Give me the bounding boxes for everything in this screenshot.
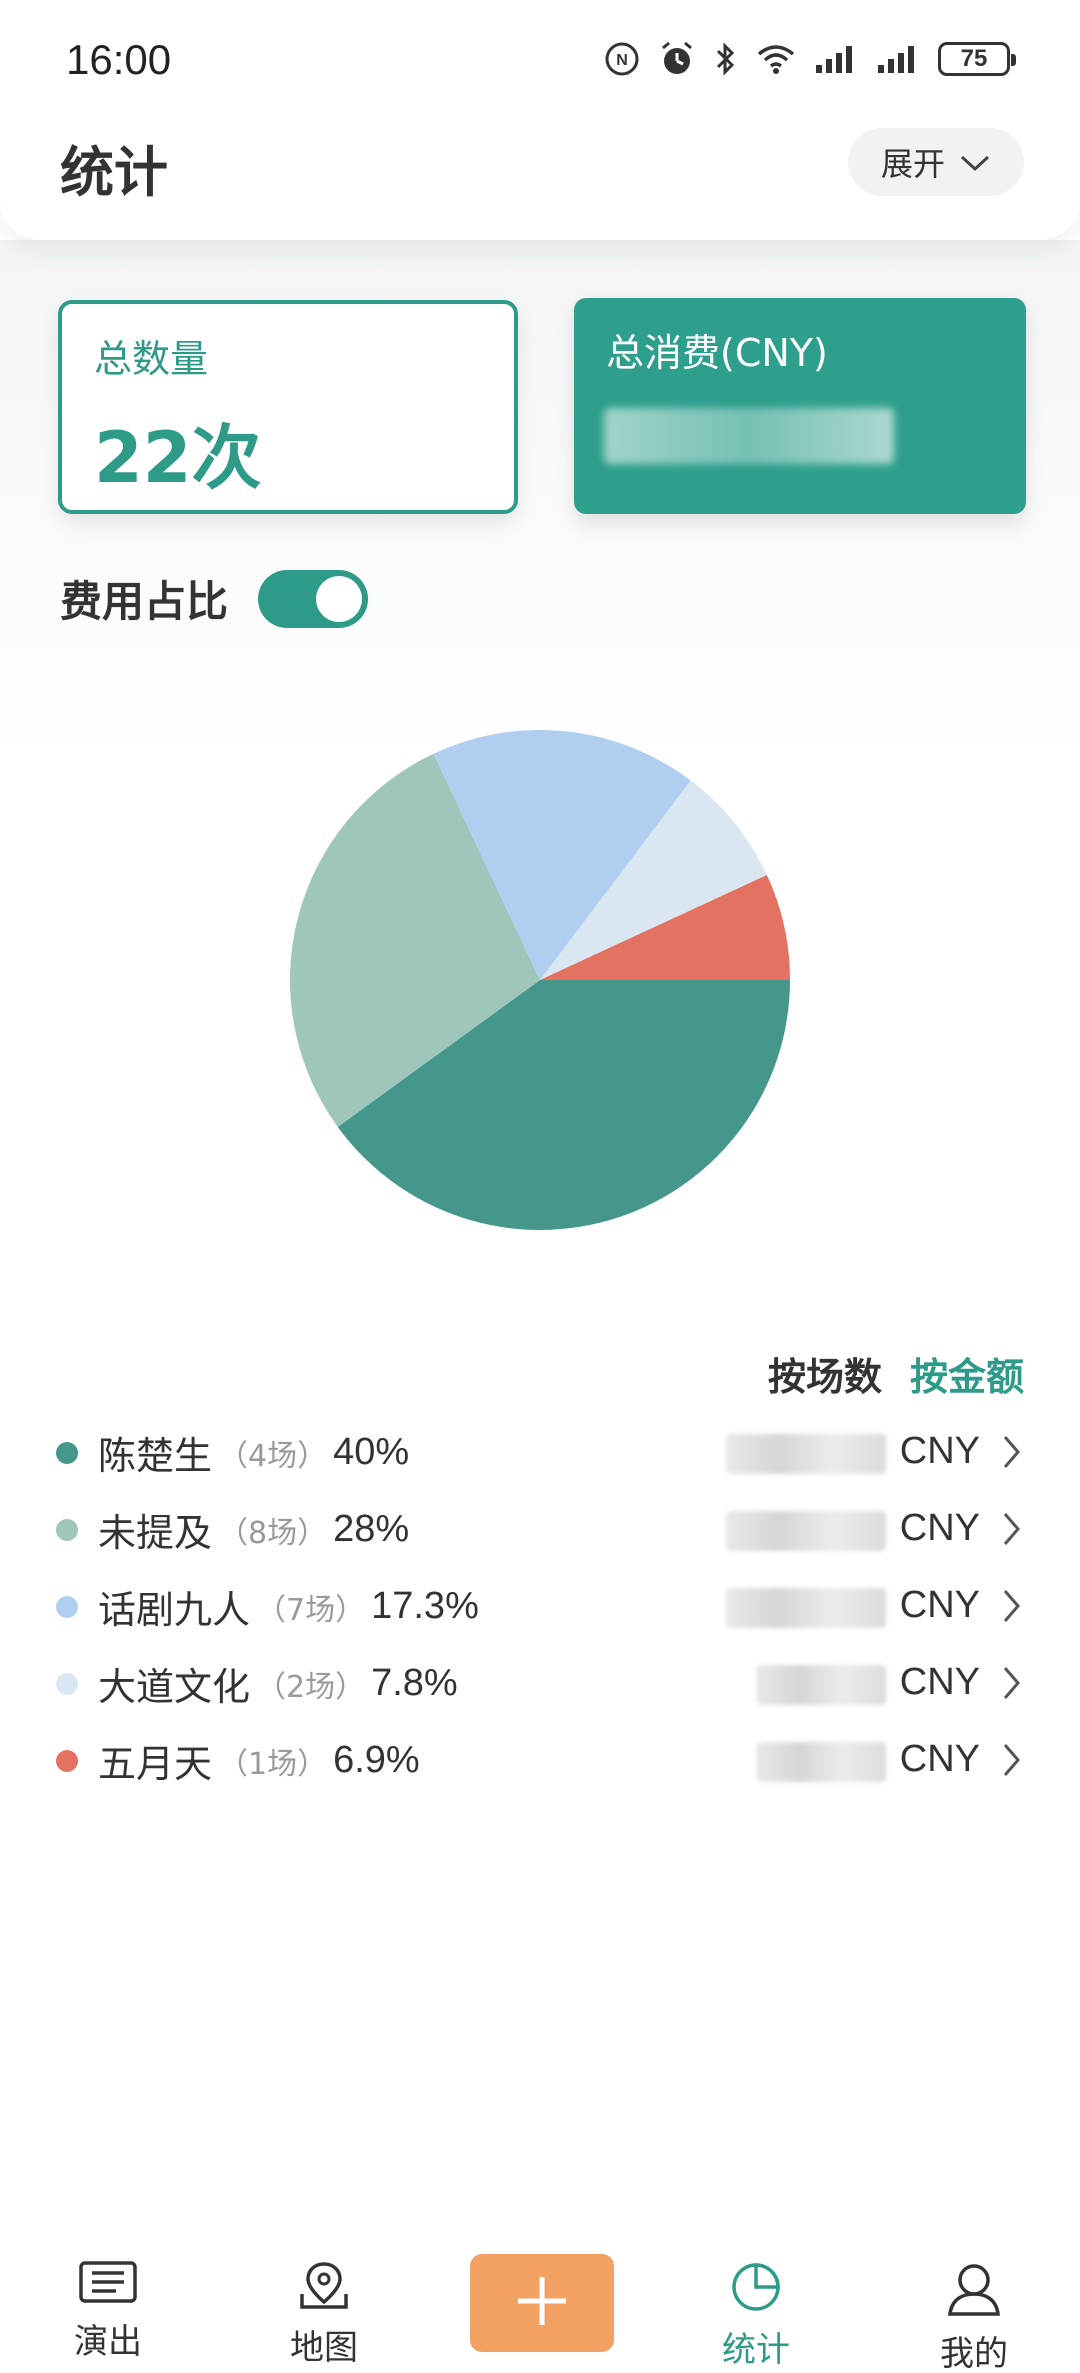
legend-percent: 17.3% bbox=[371, 1585, 479, 1627]
alarm-icon bbox=[658, 40, 696, 78]
bluetooth-icon bbox=[714, 41, 738, 77]
legend-amount-redacted bbox=[756, 1665, 886, 1705]
chevron-right-icon bbox=[1002, 1742, 1022, 1782]
chevron-right-icon bbox=[1002, 1434, 1022, 1474]
svg-text:N: N bbox=[616, 52, 628, 69]
nav-shows[interactable]: 演出 bbox=[38, 2260, 178, 2363]
legend-amount-redacted bbox=[726, 1588, 886, 1628]
page-title: 统计 bbox=[60, 141, 168, 204]
toggle-knob bbox=[316, 575, 363, 622]
nav-mine-label: 我的 bbox=[940, 2334, 1008, 2373]
cost-ratio-row: 费用占比 bbox=[60, 568, 369, 629]
legend-dot bbox=[56, 1672, 78, 1695]
legend-row[interactable]: 陈楚生 （4场） 40% CNY bbox=[56, 1414, 1026, 1491]
signal-icon bbox=[814, 43, 858, 75]
bottom-nav: 演出 地图 统计 我的 bbox=[0, 2230, 1080, 2373]
legend-row[interactable]: 未提及 （8场） 28% CNY bbox=[56, 1491, 1026, 1568]
legend-list: 陈楚生 （4场） 40% CNY 未提及 （8场） 28% CNY 话剧九人 （… bbox=[56, 1414, 1026, 1799]
sort-by-count-tab[interactable]: 按场数 bbox=[768, 1346, 882, 1401]
legend-count: （7场） bbox=[256, 1592, 366, 1628]
nfc-icon: N bbox=[604, 41, 640, 77]
legend-percent: 40% bbox=[333, 1431, 410, 1473]
total-cost-card: 总消费(CNY) bbox=[574, 298, 1026, 514]
pie-chart bbox=[290, 730, 790, 1230]
legend-percent: 28% bbox=[333, 1508, 410, 1550]
legend-row[interactable]: 大道文化 （2场） 7.8% CNY bbox=[56, 1645, 1026, 1722]
legend-name: 大道文化 bbox=[98, 1665, 251, 1709]
legend-currency: CNY bbox=[899, 1738, 980, 1780]
legend-dot bbox=[56, 1595, 78, 1618]
cost-ratio-toggle[interactable] bbox=[258, 569, 369, 628]
nav-map-label: 地图 bbox=[290, 2328, 358, 2368]
legend-currency: CNY bbox=[899, 1430, 980, 1472]
signal-icon bbox=[876, 43, 920, 75]
map-pin-icon bbox=[254, 2260, 394, 2314]
legend-dot bbox=[56, 1441, 78, 1464]
total-cost-label: 总消费(CNY) bbox=[606, 331, 828, 375]
sort-tabs: 按场数 按金额 bbox=[768, 1346, 1024, 1401]
legend-row[interactable]: 五月天 （1场） 6.9% CNY bbox=[56, 1722, 1026, 1799]
legend-currency: CNY bbox=[899, 1584, 980, 1626]
pie-chart-icon bbox=[686, 2260, 826, 2316]
chevron-right-icon bbox=[1002, 1665, 1022, 1705]
nav-mine[interactable]: 我的 bbox=[904, 2260, 1044, 2373]
status-bar: 16:00 N 75 bbox=[0, 0, 1080, 120]
legend-amount-redacted bbox=[726, 1511, 886, 1551]
legend-name: 未提及 bbox=[98, 1511, 213, 1555]
chevron-down-icon bbox=[959, 143, 991, 181]
sort-by-amount-tab[interactable]: 按金额 bbox=[910, 1346, 1024, 1401]
legend-name: 话剧九人 bbox=[98, 1588, 251, 1632]
header: 16:00 N 75 统计 展开 bbox=[0, 0, 1080, 240]
legend-percent: 7.8% bbox=[371, 1662, 458, 1704]
legend-row[interactable]: 话剧九人 （7场） 17.3% CNY bbox=[56, 1568, 1026, 1645]
add-button[interactable] bbox=[470, 2254, 614, 2352]
legend-count: （2场） bbox=[256, 1669, 366, 1705]
nav-map[interactable]: 地图 bbox=[254, 2260, 394, 2369]
legend-name: 五月天 bbox=[98, 1742, 213, 1786]
list-icon bbox=[38, 2260, 178, 2308]
legend-name: 陈楚生 bbox=[98, 1434, 213, 1478]
total-cost-value-redacted bbox=[604, 408, 894, 464]
legend-percent: 6.9% bbox=[333, 1739, 420, 1781]
chevron-right-icon bbox=[1002, 1588, 1022, 1628]
total-count-label: 总数量 bbox=[94, 337, 209, 381]
nav-shows-label: 演出 bbox=[74, 2322, 142, 2362]
total-count-card: 总数量 22次 bbox=[58, 300, 518, 514]
battery-icon: 75 bbox=[938, 42, 1016, 76]
legend-dot bbox=[56, 1749, 78, 1772]
legend-dot bbox=[56, 1518, 78, 1541]
nav-stats[interactable]: 统计 bbox=[686, 2260, 826, 2371]
user-icon bbox=[904, 2260, 1044, 2320]
status-time: 16:00 bbox=[66, 36, 172, 83]
legend-count: （1场） bbox=[218, 1746, 328, 1782]
legend-currency: CNY bbox=[899, 1507, 980, 1549]
cost-ratio-label: 费用占比 bbox=[60, 577, 229, 626]
status-icons: N 75 bbox=[604, 40, 1016, 78]
chevron-right-icon bbox=[1002, 1511, 1022, 1551]
wifi-icon bbox=[756, 43, 796, 75]
legend-currency: CNY bbox=[899, 1661, 980, 1703]
legend-amount-redacted bbox=[756, 1742, 886, 1782]
legend-count: （4场） bbox=[218, 1438, 328, 1474]
expand-button[interactable]: 展开 bbox=[848, 128, 1024, 196]
legend-count: （8场） bbox=[218, 1515, 328, 1551]
plus-icon bbox=[514, 2273, 570, 2333]
legend-amount-redacted bbox=[726, 1434, 886, 1474]
total-count-value: 22次 bbox=[94, 417, 262, 499]
expand-label: 展开 bbox=[880, 145, 945, 183]
nav-stats-label: 统计 bbox=[722, 2330, 790, 2370]
